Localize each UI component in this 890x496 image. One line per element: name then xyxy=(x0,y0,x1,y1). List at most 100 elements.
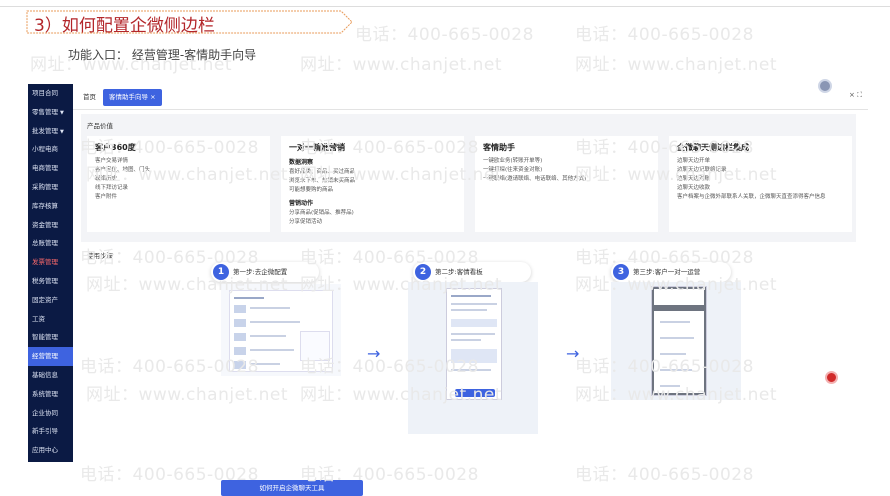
sidebar-item-label: 智能管理 xyxy=(32,333,58,342)
sidebar-item-label: 电商管理 xyxy=(32,164,58,173)
value-card-subtitle: 营销动作 xyxy=(289,200,314,207)
sidebar-item[interactable]: 系统管理 xyxy=(28,385,73,404)
watermark-site: 网址：www.chanjet.net xyxy=(575,55,778,75)
sidebar-item[interactable]: 批发管理 ▼ xyxy=(28,122,73,141)
value-card-line: 分享商品(促销品、推荐品) xyxy=(289,210,354,216)
value-card-title: 客户360度 xyxy=(95,143,136,152)
sidebar-item[interactable]: 应用中心 xyxy=(28,441,73,460)
arrow-right-icon: → xyxy=(566,344,580,363)
step-3-number: 3 xyxy=(613,264,629,280)
value-card-line: 边聊天边收款 xyxy=(677,185,711,191)
sidebar-item-label: 经营管理 xyxy=(32,352,58,361)
sidebar-item-label: 系统管理 xyxy=(32,389,58,398)
help-avatar-icon[interactable] xyxy=(818,79,832,93)
chevron-down-icon: ▼ xyxy=(60,109,64,116)
sidebar-item[interactable]: 总账管理 xyxy=(28,234,73,253)
step-2-label: 第二步:客情看板 xyxy=(435,268,483,276)
sidebar-item-label: 采购管理 xyxy=(32,182,58,191)
sidebar-item-label: 发票管理 xyxy=(32,258,58,267)
step-2-number: 2 xyxy=(415,264,431,280)
entry-path: 经营管理-客情助手向导 xyxy=(131,48,257,62)
sidebar-item-label: 新手引导 xyxy=(32,427,58,436)
value-card: 企微聊天侧边栏集成 边聊天边开单 边聊天边记联络记录 边聊天边对账 边聊天边收款 客户档案… xyxy=(669,136,852,232)
value-card-line: 客户交易详情 xyxy=(95,158,129,164)
sidebar-item-label: 工资 xyxy=(32,314,45,323)
sidebar-item[interactable]: 电商管理 xyxy=(28,159,73,178)
value-card-line: 一键打探(往来资金对账) xyxy=(483,167,543,173)
step-2-screenshot xyxy=(408,282,538,434)
step-3-phone-frame xyxy=(651,286,707,396)
sidebar-item-label: 资金管理 xyxy=(32,220,58,229)
value-card-title: 客情助手 xyxy=(483,143,515,152)
value-card-line: 线下拜访记录 xyxy=(95,185,129,191)
app-window: 首页 客情助手向导 × × ⛶ 产品价值 客户360度 客户交易详情客户定位、地图… xyxy=(73,79,868,496)
value-card-title: 企微聊天侧边栏集成 xyxy=(677,143,749,152)
step-3-screenshot xyxy=(611,282,741,400)
sidebar-item[interactable]: 发票管理 xyxy=(28,253,73,272)
enable-wecom-chat-tool-button[interactable]: 如何开启企微聊天工具 xyxy=(221,480,363,496)
value-card-line: 喜好品类、商品、买过商品 xyxy=(289,169,356,175)
sidebar-item-label: 批发管理 xyxy=(32,126,58,135)
value-card-line: 边聊天边开单 xyxy=(677,158,711,164)
arrow-right-icon: → xyxy=(367,344,381,363)
value-card-line: 联络历史 xyxy=(95,176,118,182)
guide-content: 产品价值 客户360度 客户交易详情客户定位、地图、门头 联络历史线下拜访记录 客户附… xyxy=(81,114,856,496)
step-3-pill[interactable]: 3 第三步:客户一对一运营 xyxy=(611,262,731,282)
sidebar-item[interactable]: 零售管理 ▼ xyxy=(28,103,73,122)
step-3-label: 第三步:客户一对一运营 xyxy=(633,268,701,276)
sidebar: 项目合同 零售管理 ▼ 批发管理 ▼ 小程电商 电商管理 采购管理 库存核算 资金管理 总账管理 发票… xyxy=(28,84,73,462)
value-card-title: 一对一精准营销 xyxy=(289,143,345,152)
value-card-subtitle: 数据洞察 xyxy=(289,159,314,166)
heading-text: 3）如何配置企微侧边栏 xyxy=(34,16,215,36)
value-card-line: 客户定位、地图、门头 xyxy=(95,167,151,173)
sidebar-item[interactable]: 资金管理 xyxy=(28,216,73,235)
step-2-phone-frame xyxy=(446,288,502,400)
usage-steps-title: 使用步骤 xyxy=(87,252,113,260)
sidebar-item[interactable]: 基础信息 xyxy=(28,366,73,385)
value-card-line: 边聊天边记联络记录 xyxy=(677,167,727,173)
sidebar-item-label: 零售管理 xyxy=(32,107,58,116)
step-1-pill[interactable]: 1 第一步:去企微配置 xyxy=(211,262,319,282)
watermark-site: 网址：www.chanjet.net xyxy=(300,55,503,75)
usage-steps-panel: 使用步骤 1 第一步:去企微配置 2 第二步:客情看板 3 第三步:客户一对一运… xyxy=(81,242,856,496)
sidebar-item-label: 固定资产 xyxy=(32,295,58,304)
tab-customer-assistant-guide[interactable]: 客情助手向导 × xyxy=(103,89,162,106)
step-1-screen-frame xyxy=(229,290,333,372)
chevron-down-icon: ▼ xyxy=(60,128,64,135)
feature-entry: 功能入口： 经营管理-客情助手向导 xyxy=(68,46,256,63)
value-card-line: 边聊天边对账 xyxy=(677,176,711,182)
sidebar-item[interactable]: 小程电商 xyxy=(28,140,73,159)
sidebar-item[interactable]: 固定资产 xyxy=(28,291,73,310)
sidebar-item[interactable]: 税务管理 xyxy=(28,272,73,291)
value-card-line: 客户附件 xyxy=(95,194,118,200)
value-card-line: 分享促销活动 xyxy=(289,219,323,225)
tab-controls[interactable]: × ⛶ xyxy=(849,91,862,100)
value-card: 一对一精准营销 数据洞察喜好品类、商品、买过商品 浏览未下单、热销未买商品 可能想要购… xyxy=(281,136,464,232)
sidebar-item[interactable]: 工资 xyxy=(28,310,73,329)
sidebar-item-label: 企业协同 xyxy=(32,408,58,417)
value-card-line: 可能想要购的商品 xyxy=(289,187,334,193)
floating-chat-button[interactable] xyxy=(825,371,838,384)
step-1-label: 第一步:去企微配置 xyxy=(233,268,288,276)
step-2-pill[interactable]: 2 第二步:客情看板 xyxy=(413,262,531,282)
sidebar-item[interactable]: 采购管理 xyxy=(28,178,73,197)
value-card-line: 一键欧业务(转账开单等) xyxy=(483,158,543,164)
tab-home[interactable]: 首页 xyxy=(77,89,102,106)
value-card-line: 浏览未下单、热销未买商品 xyxy=(289,178,356,184)
sidebar-item-label: 税务管理 xyxy=(32,276,58,285)
value-card-line: 一键联络(邀请联络、电话联络、其他方式) xyxy=(483,176,587,182)
sidebar-item-label: 库存核算 xyxy=(32,201,58,210)
sidebar-item[interactable]: 新手引导 xyxy=(28,422,73,441)
tab-bar: 首页 客情助手向导 × × ⛶ xyxy=(73,79,868,110)
sidebar-item-label: 总账管理 xyxy=(32,239,58,248)
sidebar-item[interactable]: 项目合同 xyxy=(28,84,73,103)
step-1-screenshot xyxy=(221,284,341,376)
top-divider xyxy=(0,6,890,7)
sidebar-item[interactable]: 库存核算 xyxy=(28,197,73,216)
product-value-title: 产品价值 xyxy=(87,122,113,130)
entry-label: 功能入口： xyxy=(68,48,129,62)
sidebar-item[interactable]: 经营管理 xyxy=(28,347,73,366)
sidebar-item[interactable]: 企业协同 xyxy=(28,404,73,423)
sidebar-item[interactable]: 智能管理 xyxy=(28,328,73,347)
sidebar-item-label: 基础信息 xyxy=(32,370,58,379)
